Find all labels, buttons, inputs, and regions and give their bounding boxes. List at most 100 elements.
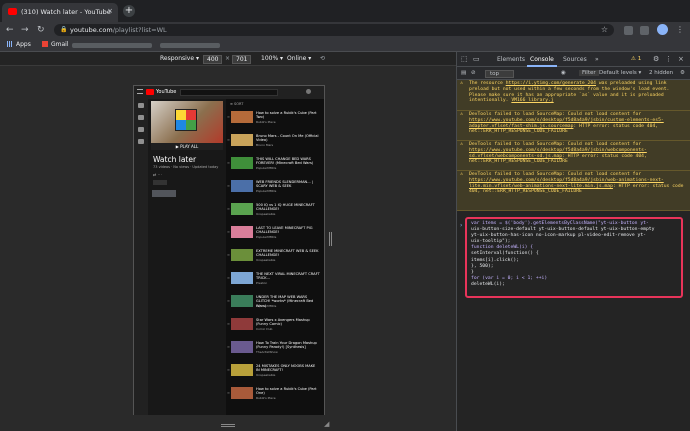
filter-input[interactable]: Filter — [579, 70, 599, 76]
forward-icon[interactable]: → — [21, 25, 29, 35]
table-row[interactable]: ≡ WEB FRIENDS SLENDERMAN... | SCARY WEB &… — [226, 178, 324, 194]
sidebar-toggle-icon[interactable]: ▤ — [461, 70, 466, 76]
video-thumbnail[interactable] — [231, 364, 253, 376]
video-title[interactable]: How to solve a Rubik's Cube (Part One) — [256, 387, 320, 396]
video-title[interactable]: How To Train Your Dragon Mashup (Funny P… — [256, 341, 320, 350]
bookmark-star-icon[interactable]: ☆ — [601, 25, 608, 34]
log-levels-select[interactable]: Default levels ▾ — [599, 70, 641, 76]
reload-icon[interactable]: ↻ — [37, 25, 45, 35]
drag-handle-icon[interactable]: ≡ — [227, 184, 230, 188]
device-toggle-icon[interactable]: ▭ — [473, 55, 480, 63]
context-select[interactable]: top — [485, 70, 515, 78]
extension-icon[interactable] — [640, 26, 649, 35]
tab-elements[interactable]: Elements — [497, 56, 525, 63]
network-select[interactable]: Online ▾ — [287, 55, 311, 62]
trending-icon[interactable] — [138, 115, 144, 120]
table-row[interactable]: ≡ How to solve a Rubik's Cube (Part One) R… — [226, 385, 324, 401]
video-thumbnail[interactable] — [231, 295, 253, 307]
new-tab-button[interactable]: + — [123, 5, 135, 17]
table-row[interactable]: ≡ THIS WILL CHANGE BED WARS FOREVER! (Min… — [226, 155, 324, 171]
extension-icon[interactable] — [624, 26, 633, 35]
table-row[interactable]: ≡ 500 IQ vs 1 IQ HUGE MINECRAFT CHALLENGE… — [226, 201, 324, 217]
console-input[interactable]: var items = $('body').getElementsByClass… — [465, 217, 683, 298]
drag-handle-icon[interactable]: ≡ — [227, 161, 230, 165]
device-select[interactable]: Responsive ▾ — [160, 55, 199, 62]
video-thumbnail[interactable] — [231, 134, 253, 146]
drag-handle-icon[interactable]: ≡ — [227, 276, 230, 280]
rotate-icon[interactable]: ⟲ — [320, 55, 325, 62]
video-title[interactable]: 500 IQ vs 1 IQ HUGE MINECRAFT CHALLENGE! — [256, 203, 320, 212]
clear-console-icon[interactable]: ⊘ — [471, 70, 476, 76]
account-avatar[interactable] — [306, 89, 311, 94]
video-thumbnail[interactable] — [231, 249, 253, 261]
drag-handle-icon[interactable]: ≡ — [227, 391, 230, 395]
table-row[interactable]: ≡ EXTREME MINECRAFT WEB & SEEK CHALLENGE!… — [226, 247, 324, 263]
video-thumbnail[interactable] — [231, 387, 253, 399]
table-row[interactable]: ≡ 24 MISTAKES ONLY NOOBS MAKE IN MINECRAF… — [226, 362, 324, 378]
video-thumbnail[interactable] — [231, 341, 253, 353]
address-bar[interactable]: 🔒 youtube.com/playlist?list=WL ☆ — [54, 24, 614, 36]
console-code[interactable]: var items = $('body').getElementsByClass… — [471, 221, 654, 288]
url-text[interactable]: youtube.com/playlist?list=WL — [70, 26, 167, 34]
video-title[interactable]: How to solve a Rubik's Cube (Part Two) — [256, 111, 320, 120]
drag-handle-icon[interactable]: ≡ — [227, 345, 230, 349]
table-row[interactable]: ≡ THE NEXT VIRAL MINECRAFT CRAFT TRICK...… — [226, 270, 324, 286]
video-thumbnail[interactable] — [231, 226, 253, 238]
side-resize-handle[interactable] — [329, 232, 332, 246]
video-title[interactable]: 24 MISTAKES ONLY NOOBS MAKE IN MINECRAFT… — [256, 364, 320, 373]
profile-avatar[interactable] — [657, 24, 668, 35]
warning-count-badge[interactable]: ⚠ 1 — [631, 56, 641, 62]
tab-close-icon[interactable]: × — [107, 7, 113, 15]
table-row[interactable]: ≡ How To Train Your Dragon Mashup (Funny … — [226, 339, 324, 355]
corner-resize-icon[interactable]: ◢ — [324, 420, 329, 428]
tab-more[interactable]: » — [595, 56, 599, 63]
tab-sources[interactable]: Sources — [563, 56, 587, 63]
subscriptions-icon[interactable] — [138, 127, 144, 132]
bottom-resize-handle[interactable] — [221, 424, 235, 427]
video-thumbnail[interactable] — [231, 203, 253, 215]
video-title[interactable]: THE NEXT VIRAL MINECRAFT CRAFT TRICK... — [256, 272, 320, 281]
settings-gear-icon[interactable]: ⚙ — [653, 55, 659, 63]
drag-handle-icon[interactable]: ≡ — [227, 368, 230, 372]
video-thumbnail[interactable] — [231, 111, 253, 123]
table-row[interactable]: ≡ Star Wars x Avengers Mashup (Funny Comi… — [226, 316, 324, 332]
close-devtools-icon[interactable]: × — [678, 55, 684, 63]
youtube-logo-icon[interactable] — [146, 89, 154, 95]
video-thumbnail[interactable] — [231, 157, 253, 169]
video-title[interactable]: Bruno Mars - Count On Me (Official Video… — [256, 134, 320, 143]
zoom-select[interactable]: 100% ▾ — [261, 55, 283, 62]
drag-handle-icon[interactable]: ≡ — [227, 322, 230, 326]
hamburger-icon[interactable] — [137, 89, 143, 94]
video-title[interactable]: WEB FRIENDS SLENDERMAN... | SCARY WEB & … — [256, 180, 320, 189]
resource-link[interactable]: https://i.ytimg.com/generate_204 — [506, 81, 596, 86]
devtools-menu-icon[interactable]: ⋮ — [665, 55, 672, 63]
video-title[interactable]: THIS WILL CHANGE BED WARS FOREVER! (Mine… — [256, 157, 320, 166]
table-row[interactable]: ≡ Bruno Mars - Count On Me (Official Vide… — [226, 132, 324, 148]
video-thumbnail[interactable] — [231, 318, 253, 330]
bookmark-apps[interactable]: Apps — [7, 41, 31, 48]
console-settings-icon[interactable]: ⚙ — [680, 70, 685, 76]
menu-icon[interactable]: ⋮ — [676, 25, 684, 34]
drag-handle-icon[interactable]: ≡ — [227, 115, 230, 119]
live-expression-icon[interactable]: ◉ — [561, 70, 566, 76]
drag-handle-icon[interactable]: ≡ — [227, 299, 230, 303]
video-thumbnail[interactable] — [231, 180, 253, 192]
playlist-thumbnail[interactable] — [151, 101, 223, 143]
video-title[interactable]: Star Wars x Avengers Mashup (Funny Comic… — [256, 318, 320, 327]
drag-handle-icon[interactable]: ≡ — [227, 253, 230, 257]
source-link[interactable]: VM166 library.j — [511, 98, 553, 103]
play-all-button[interactable]: ▶ PLAY ALL — [151, 143, 223, 150]
table-row[interactable]: ≡ How to solve a Rubik's Cube (Part Two) R… — [226, 109, 324, 125]
library-icon[interactable] — [138, 139, 144, 144]
bookmark-gmail[interactable]: Gmail — [42, 41, 69, 48]
height-input[interactable]: 701 — [232, 55, 252, 64]
drag-handle-icon[interactable]: ≡ — [227, 207, 230, 211]
sort-button[interactable]: ≡ SORT — [230, 102, 243, 106]
table-row[interactable]: ≡ LAST TO LEAVE MINECRAFT PIG CHALLENGE! P… — [226, 224, 324, 240]
width-input[interactable]: 400 — [203, 55, 223, 64]
drag-handle-icon[interactable]: ≡ — [227, 230, 230, 234]
drag-handle-icon[interactable]: ≡ — [227, 138, 230, 142]
inspect-element-icon[interactable]: ⬚ — [461, 55, 468, 63]
back-icon[interactable]: ← — [6, 25, 14, 35]
video-title[interactable]: EXTREME MINECRAFT WEB & SEEK CHALLENGE! — [256, 249, 320, 258]
